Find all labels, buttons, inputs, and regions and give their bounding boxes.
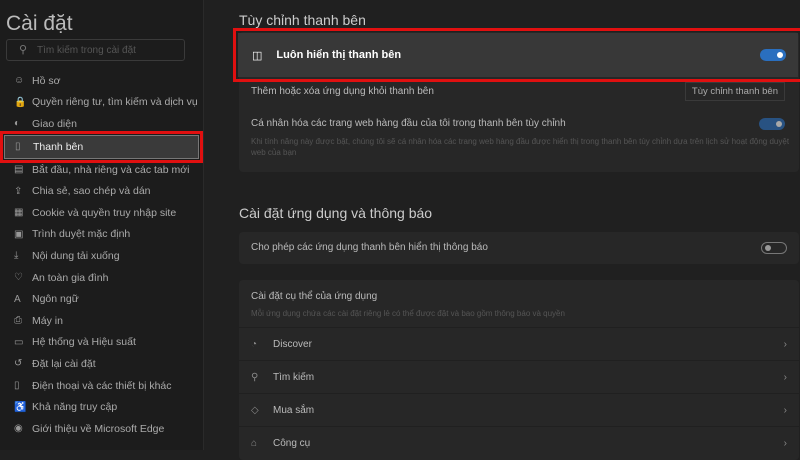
- always-show-sidebar-row[interactable]: ◫ Luôn hiển thị thanh bên: [233, 28, 800, 82]
- always-show-label: Luôn hiển thị thanh bên: [276, 49, 402, 61]
- app-specific-description: Mỗi ứng dụng chứa các cài đặt riêng lẻ c…: [251, 309, 565, 318]
- chevron-right-icon: ›: [783, 404, 787, 416]
- personalize-description: Khi tính năng này được bật, chúng tôi sẽ…: [251, 137, 790, 157]
- sidebar-item-label: Khả năng truy cập: [32, 401, 118, 414]
- app-icon: ◇: [251, 404, 259, 416]
- always-show-toggle[interactable]: [760, 49, 786, 61]
- sidebar-item-icon: ▤: [14, 164, 24, 176]
- section-title-sidebar: Tùy chỉnh thanh bên: [239, 12, 366, 28]
- sidebar-item-label: Điện thoại và các thiết bị khác: [32, 379, 172, 392]
- allow-notifications-toggle[interactable]: [761, 242, 787, 254]
- search-icon: ⚲: [19, 44, 28, 56]
- sidebar-item[interactable]: ▯ Điện thoại và các thiết bị khác: [0, 375, 203, 397]
- sidebar-item[interactable]: ▭ Hệ thống và Hiệu suất: [0, 332, 203, 354]
- sidebar-item-label: Nội dung tải xuống: [32, 249, 120, 262]
- sidebar-item[interactable]: A Ngôn ngữ: [0, 288, 203, 310]
- sidebar-item-icon: ⤓: [14, 250, 19, 262]
- sidebar-item-label: Bắt đầu, nhà riêng và các tab mới: [32, 163, 190, 176]
- sidebar-item[interactable]: 🔒 Quyền riêng tư, tìm kiếm và dịch vụ: [0, 92, 203, 114]
- sidebar-item-icon: A: [14, 293, 21, 305]
- sidebar-item[interactable]: ⤓ Nội dung tải xuống: [0, 245, 203, 267]
- search-placeholder: Tìm kiếm trong cài đặt: [37, 45, 136, 56]
- sidebar-item-icon: ♿: [14, 401, 27, 413]
- sidebar-item[interactable]: ▦ Cookie và quyền truy nhập site: [0, 202, 203, 224]
- sidebar-item-label: Giới thiệu về Microsoft Edge: [32, 422, 165, 435]
- personalize-toggle[interactable]: [759, 118, 785, 130]
- sidebar-item-icon: ◉: [14, 423, 23, 435]
- chevron-right-icon: ›: [783, 371, 787, 383]
- search-input[interactable]: ⚲ Tìm kiếm trong cài đặt: [6, 39, 185, 61]
- sidebar-item-label: Giao diện: [32, 117, 77, 130]
- sidebar-item[interactable]: ▤ Bắt đầu, nhà riêng và các tab mới: [0, 159, 203, 181]
- sidebar-item-label: Trình duyệt mặc định: [32, 228, 131, 241]
- sidebar-item-icon: ♡: [14, 272, 23, 284]
- sidebar-item-label: Quyền riêng tư, tìm kiếm và dịch vụ: [32, 96, 198, 109]
- sidebar-item-label: Chia sẻ, sao chép và dán: [32, 185, 151, 198]
- sidebar-item-icon: ▯: [14, 380, 20, 392]
- sidebar-item-icon: ▣: [14, 228, 24, 240]
- sidebar-item[interactable]: ♡ An toàn gia đình: [0, 267, 203, 289]
- sidebar: Cài đặt ⚲ Tìm kiếm trong cài đặt ☺ Hồ sơ 🔒 Q…: [0, 0, 203, 450]
- sidebar-item-label: Hệ thống và Hiệu suất: [32, 336, 136, 349]
- sidebar-item[interactable]: ⇪ Chia sẻ, sao chép và dán: [0, 180, 203, 202]
- sidebar-item-label: Cookie và quyền truy nhập site: [32, 206, 177, 219]
- sidebar-item-icon: ▦: [14, 207, 24, 219]
- sidebar-nav: ☺ Hồ sơ 🔒 Quyền riêng tư, tìm kiếm và dịch …: [0, 70, 203, 440]
- chevron-right-icon: ›: [783, 338, 787, 350]
- sidebar-item-icon: ↺: [14, 358, 23, 370]
- app-label: Discover: [273, 338, 312, 350]
- main-content: Tùy chỉnh thanh bên Tùy chỉnh thanh bên …: [203, 0, 800, 460]
- page-title: Cài đặt: [6, 12, 73, 35]
- app-label: Công cụ: [273, 437, 311, 449]
- sidebar-item-icon: ▯: [15, 141, 21, 153]
- app-row[interactable]: ⚲ Tìm kiếm ›: [239, 360, 799, 393]
- sidebar-item-icon: ⎙: [14, 315, 22, 327]
- sidebar-item[interactable]: ☺ Hồ sơ: [0, 70, 203, 92]
- sidebar-item-label: Thanh bên: [33, 140, 84, 153]
- app-icon: ⌂: [251, 437, 258, 449]
- section-title-apps: Cài đặt ứng dụng và thông báo: [239, 205, 433, 221]
- app-icon: ◔: [251, 338, 258, 350]
- app-row[interactable]: ◔ Discover ›: [239, 327, 799, 360]
- app-specific-title: Cài đặt cụ thể của ứng dụng: [251, 291, 378, 302]
- allow-notifications-label: Cho phép các ứng dụng thanh bên hiển thị…: [251, 242, 488, 253]
- sidebar-item[interactable]: ⎙ Máy in: [0, 310, 203, 332]
- sidebar-item[interactable]: ▣ Trình duyệt mặc định: [0, 224, 203, 246]
- sidebar-item[interactable]: ↺ Đặt lại cài đặt: [0, 353, 203, 375]
- sidebar-item-icon: ▭: [14, 336, 24, 348]
- chevron-right-icon: ›: [783, 437, 787, 449]
- app-label: Tìm kiếm: [273, 371, 315, 383]
- customize-sidebar-button[interactable]: Tùy chỉnh thanh bên: [684, 82, 785, 101]
- sidebar-item-label: Đặt lại cài đặt: [32, 357, 96, 370]
- sidebar-item-label: Ngôn ngữ: [32, 293, 79, 306]
- personalize-label: Cá nhân hóa các trang web hàng đầu của t…: [251, 118, 566, 129]
- sidebar-item-icon: ⇪: [14, 185, 23, 197]
- app-icon: ⚲: [251, 371, 259, 383]
- app-row[interactable]: ⌂ Công cụ ›: [239, 426, 799, 459]
- app-settings-card: Cài đặt cụ thể của ứng dụng Mỗi ứng dụng…: [239, 280, 799, 460]
- sidebar-item[interactable]: ♿ Khả năng truy cập: [0, 396, 203, 418]
- sidebar-item[interactable]: ▯ Thanh bên: [0, 130, 203, 163]
- sidebar-item-label: Máy in: [32, 314, 63, 327]
- sidebar-item[interactable]: ◉ Giới thiệu về Microsoft Edge: [0, 418, 203, 440]
- sidebar-item-icon: ☺: [14, 75, 25, 87]
- app-row[interactable]: ◇ Mua sắm ›: [239, 393, 799, 426]
- sidebar-icon: ◫: [252, 49, 263, 62]
- sidebar-item-label: An toàn gia đình: [32, 271, 109, 284]
- sidebar-item[interactable]: ◐ Giao diện: [0, 113, 203, 135]
- notification-card: Cho phép các ứng dụng thanh bên hiển thị…: [239, 232, 799, 264]
- sidebar-item-label: Hồ sơ: [32, 74, 61, 87]
- sidebar-item-icon: 🔒: [14, 96, 27, 108]
- app-label: Mua sắm: [273, 404, 315, 416]
- add-remove-apps-label: Thêm hoặc xóa ứng dụng khỏi thanh bên: [251, 86, 434, 97]
- sidebar-item-icon: ◐: [14, 118, 21, 130]
